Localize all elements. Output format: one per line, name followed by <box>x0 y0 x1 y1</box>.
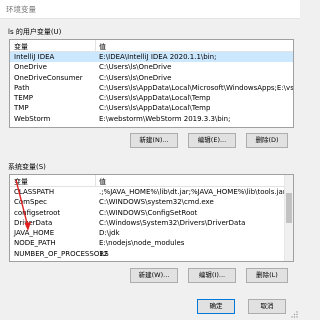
annotation-arrow-icon <box>15 179 31 231</box>
resize-grip-icon[interactable] <box>290 310 298 318</box>
